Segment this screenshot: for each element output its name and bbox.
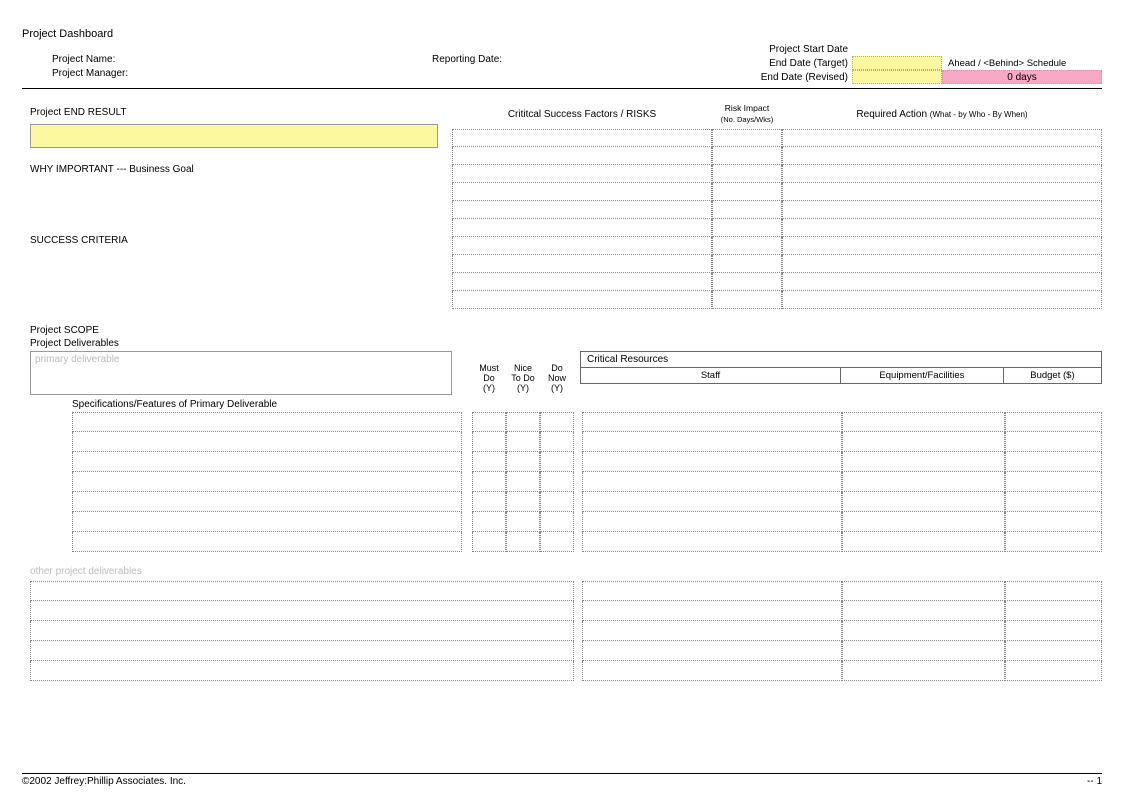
reporting-date-label: Reporting Date: — [432, 54, 632, 68]
critical-resources-header: Critical Resources — [581, 352, 1101, 367]
critical-resources-table: Critical Resources Staff Equipment/Facil… — [580, 351, 1102, 395]
nice-to-do-header: Nice To Do (Y) — [506, 363, 540, 395]
end-date-target-label: End Date (Target) — [757, 58, 852, 69]
other-deliverables-grid-left[interactable] — [30, 581, 574, 681]
success-criteria-header: SUCCESS CRITERIA — [22, 229, 452, 250]
page-title: Project Dashboard — [22, 28, 1102, 40]
must-do-header: Must Do (Y) — [472, 363, 506, 395]
page-number: -- 1 — [1087, 776, 1102, 787]
required-action-grid[interactable] — [782, 129, 1102, 309]
end-date-revised-value[interactable] — [852, 70, 942, 84]
must-do-grid[interactable] — [472, 412, 506, 552]
project-manager-label: Project Manager: — [52, 68, 432, 82]
start-date-label: Project Start Date — [757, 44, 852, 55]
do-now-grid[interactable] — [540, 412, 574, 552]
other-staff-grid[interactable] — [582, 581, 842, 681]
schedule-label: Ahead / <Behind> Schedule — [942, 56, 1102, 70]
budget-header: Budget ($) — [1004, 367, 1101, 383]
scope-header: Project SCOPE — [30, 325, 1102, 336]
project-name-label: Project Name: — [52, 54, 432, 68]
equipment-grid[interactable] — [842, 412, 1005, 552]
budget-grid[interactable] — [1005, 412, 1103, 552]
header-block: Project Name: Project Manager: Reporting… — [22, 54, 1102, 82]
header-divider — [22, 88, 1102, 89]
schedule-value: 0 days — [942, 70, 1102, 84]
equipment-header: Equipment/Facilities — [841, 367, 1004, 383]
staff-header: Staff — [581, 367, 841, 383]
end-date-revised-label: End Date (Revised) — [757, 72, 852, 83]
other-equipment-grid[interactable] — [842, 581, 1005, 681]
do-now-header: Do Now (Y) — [540, 363, 574, 395]
why-important-header: WHY IMPORTANT --- Business Goal — [22, 158, 452, 179]
other-budget-grid[interactable] — [1005, 581, 1103, 681]
other-deliverables-label: other project deliverables — [30, 566, 1102, 577]
required-action-header: Required Action (What - by Who - By When… — [782, 103, 1102, 129]
deliverables-header: Project Deliverables — [30, 338, 1102, 349]
nice-to-do-grid[interactable] — [506, 412, 540, 552]
section-end-result: Project END RESULT WHY IMPORTANT --- Bus… — [22, 103, 1102, 309]
csf-header: Crititcal Success Factors / RISKS — [452, 103, 712, 129]
end-result-input[interactable] — [30, 124, 438, 148]
csf-grid[interactable] — [452, 129, 712, 309]
staff-grid[interactable] — [582, 412, 842, 552]
risk-impact-header: Risk Impact (No. Days/Wks) — [712, 103, 782, 129]
end-date-target-value[interactable] — [852, 56, 942, 70]
end-result-header: Project END RESULT — [22, 103, 452, 124]
footer: ©2002 Jeffrey:Phillip Associates. Inc. -… — [22, 773, 1102, 787]
risk-impact-grid[interactable] — [712, 129, 782, 309]
spec-label: Specifications/Features of Primary Deliv… — [22, 397, 462, 412]
spec-grid[interactable] — [72, 412, 462, 552]
copyright: ©2002 Jeffrey:Phillip Associates. Inc. — [22, 776, 186, 787]
primary-deliverable-input[interactable]: primary deliverable — [30, 351, 452, 395]
